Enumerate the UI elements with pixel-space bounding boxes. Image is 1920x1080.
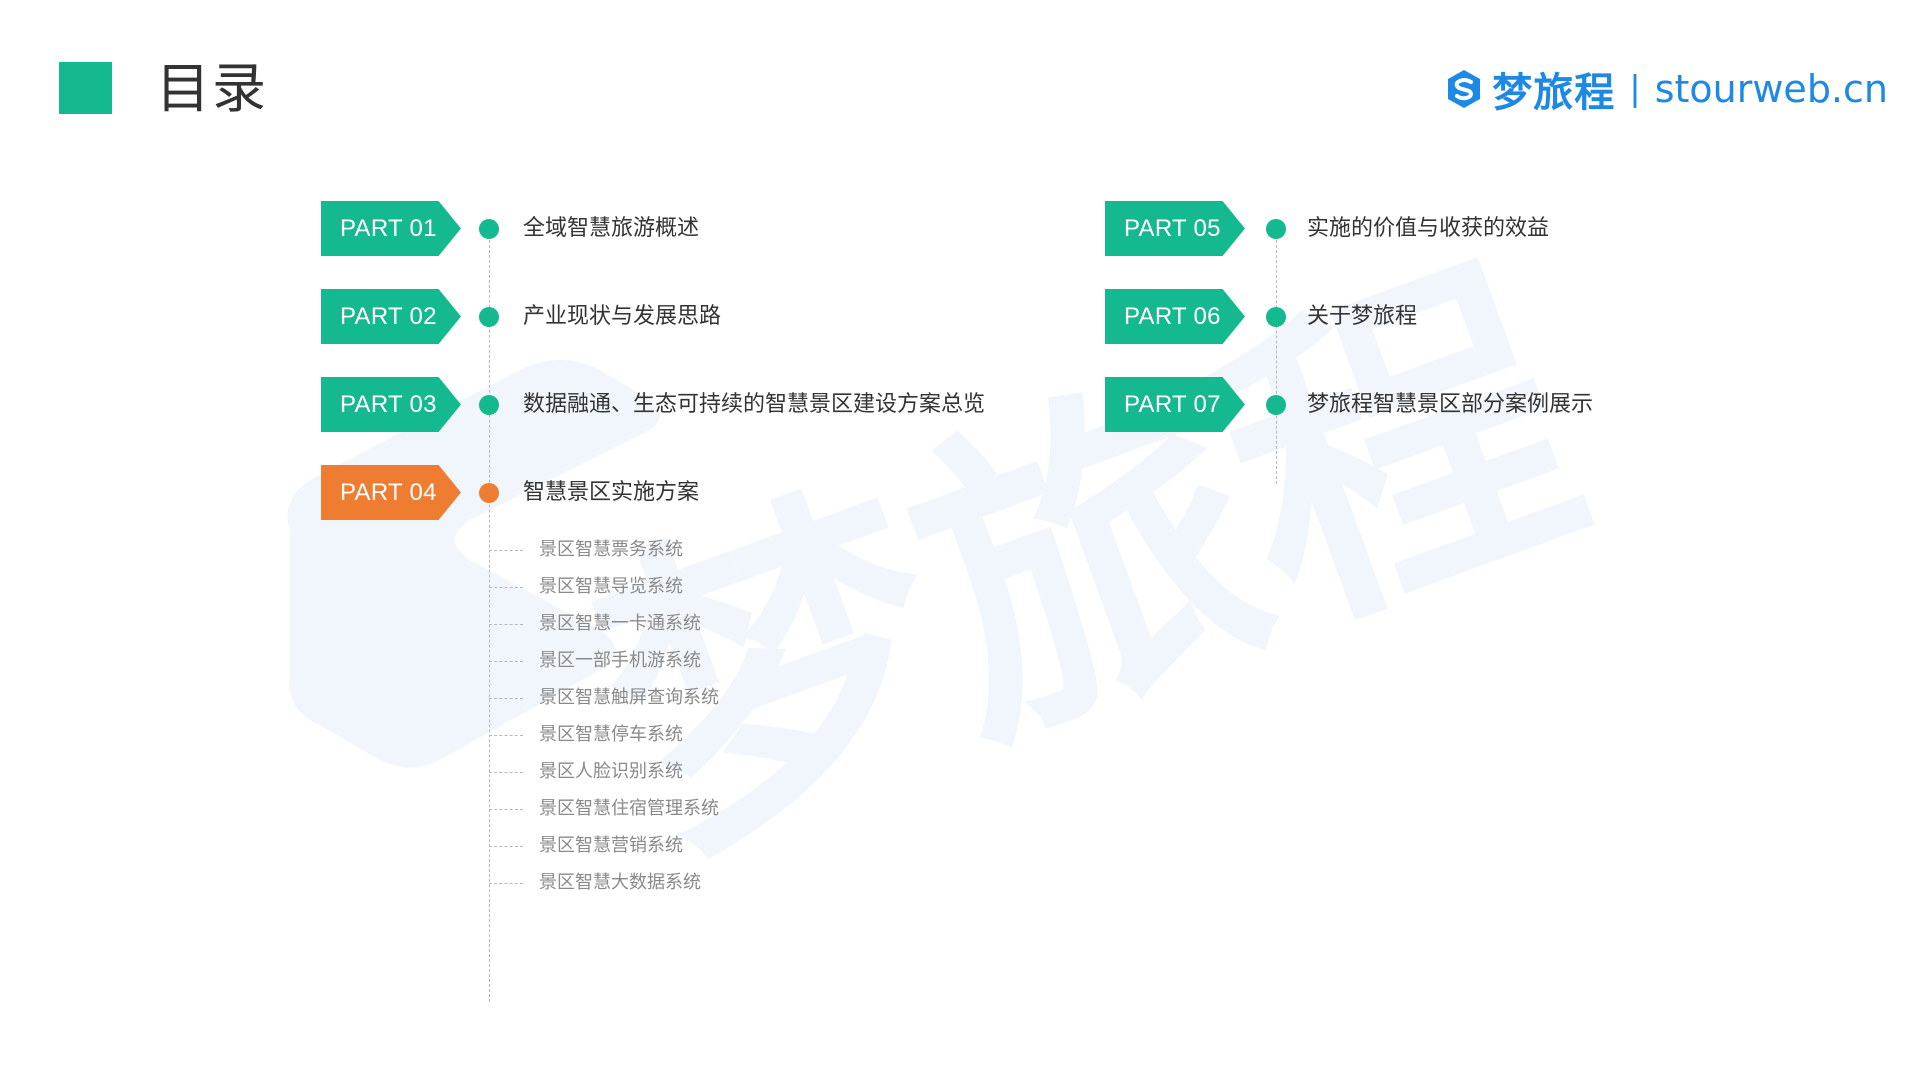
part-03-label[interactable]: 数据融通、生态可持续的智慧景区建设方案总览 — [523, 390, 985, 420]
part-02-tag[interactable]: PART 02 — [321, 289, 461, 344]
sub-item-connector — [489, 587, 523, 588]
sub-item-connector — [489, 550, 523, 551]
part-06-dot — [1266, 307, 1286, 327]
part-02-dot — [479, 307, 499, 327]
sub-item-connector — [489, 883, 523, 884]
page-title: 目录 — [156, 57, 268, 120]
left-timeline — [489, 230, 490, 1002]
part-04-tag[interactable]: PART 04 — [321, 465, 461, 520]
sub-item-label[interactable]: 景区智慧停车系统 — [539, 723, 683, 747]
sub-item-connector — [489, 846, 523, 847]
sub-item-connector — [489, 735, 523, 736]
title-marker — [59, 62, 112, 114]
part-03-dot — [479, 395, 499, 415]
sub-item-connector — [489, 661, 523, 662]
brand-logo[interactable]: 梦旅程 | stourweb.cn — [1442, 64, 1888, 116]
sub-item-label[interactable]: 景区智慧大数据系统 — [539, 871, 701, 895]
s-logo-icon — [1448, 70, 1481, 108]
brand-separator: | — [1629, 69, 1641, 109]
part-07-tag[interactable]: PART 07 — [1105, 377, 1245, 432]
sub-item-label[interactable]: 景区智慧触屏查询系统 — [539, 686, 719, 710]
sub-item-connector — [489, 772, 523, 773]
sub-item-connector — [489, 809, 523, 810]
part-07-label[interactable]: 梦旅程智慧景区部分案例展示 — [1307, 390, 1593, 420]
sub-item-label[interactable]: 景区智慧营销系统 — [539, 834, 683, 858]
part-06-label[interactable]: 关于梦旅程 — [1307, 302, 1417, 332]
part-02-label[interactable]: 产业现状与发展思路 — [523, 302, 721, 332]
watermark-logo: 梦旅程 — [287, 213, 1620, 900]
part-05-tag[interactable]: PART 05 — [1105, 201, 1245, 256]
part-05-label[interactable]: 实施的价值与收获的效益 — [1307, 214, 1549, 244]
part-01-label[interactable]: 全域智慧旅游概述 — [523, 214, 699, 244]
part-05-dot — [1266, 219, 1286, 239]
right-timeline — [1276, 230, 1277, 484]
sub-item-label[interactable]: 景区智慧导览系统 — [539, 575, 683, 599]
sub-item-label[interactable]: 景区智慧一卡通系统 — [539, 612, 701, 636]
sub-item-connector — [489, 624, 523, 625]
part-04-dot — [479, 483, 499, 503]
sub-item-label[interactable]: 景区一部手机游系统 — [539, 649, 701, 673]
part-04-label[interactable]: 智慧景区实施方案 — [523, 478, 699, 508]
sub-item-connector — [489, 698, 523, 699]
brand-name: 梦旅程 — [1492, 70, 1616, 116]
sub-item-label[interactable]: 景区人脸识别系统 — [539, 760, 683, 784]
part-07-dot — [1266, 395, 1286, 415]
part-06-tag[interactable]: PART 06 — [1105, 289, 1245, 344]
brand-domain: stourweb.cn — [1654, 67, 1888, 111]
part-01-dot — [479, 219, 499, 239]
part-03-tag[interactable]: PART 03 — [321, 377, 461, 432]
sub-item-label[interactable]: 景区智慧票务系统 — [539, 538, 683, 562]
sub-item-label[interactable]: 景区智慧住宿管理系统 — [539, 797, 719, 821]
part-01-tag[interactable]: PART 01 — [321, 201, 461, 256]
